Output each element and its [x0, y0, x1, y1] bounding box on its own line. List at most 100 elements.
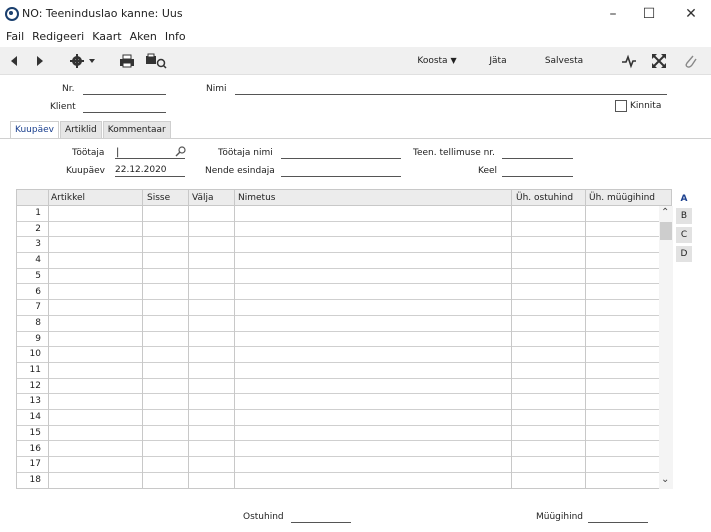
table-row[interactable]: 6	[17, 285, 671, 301]
teen-tellimuse-label: Teen. tellimuse nr.	[413, 148, 496, 158]
menu-bar: Fail Redigeeri Kaart Aken Info	[0, 28, 190, 46]
ostuhind-label: Ostuhind	[243, 512, 284, 522]
tab-kuupaev[interactable]: Kuupäev	[10, 121, 59, 139]
menu-kaart[interactable]: Kaart	[88, 28, 125, 46]
column-divider	[142, 190, 143, 488]
table-row[interactable]: 2	[17, 222, 671, 238]
menu-aken[interactable]: Aken	[126, 28, 161, 46]
toolbar: Koosta ▼ Jäta Salvesta	[0, 47, 711, 75]
col-nimetus[interactable]: Nimetus	[235, 190, 275, 206]
table-row[interactable]: 3	[17, 237, 671, 254]
table-row[interactable]: 16	[17, 442, 671, 458]
side-tab-a[interactable]: A	[676, 191, 692, 207]
chevron-up-icon[interactable]: ⌃	[661, 207, 669, 219]
maximize-button[interactable]: ☐	[634, 4, 664, 24]
operations-menu-button[interactable]	[69, 52, 99, 70]
table-row[interactable]: 4	[17, 253, 671, 269]
col-sisse[interactable]: Sisse	[144, 190, 170, 206]
column-divider	[188, 190, 189, 488]
gear-icon	[70, 54, 95, 68]
kinnita-checkbox[interactable]	[615, 100, 627, 112]
table-row[interactable]: 14	[17, 410, 671, 426]
keel-label: Keel	[478, 166, 498, 176]
tab-artiklid[interactable]: Artiklid	[59, 121, 102, 139]
table-row[interactable]: 5	[17, 269, 671, 285]
muugihind-field	[588, 511, 648, 523]
col-uh-ostuhind[interactable]: Üh. ostuhind	[513, 190, 573, 206]
ostuhind-field	[291, 511, 351, 523]
kuupaev-field[interactable]: 22.12.2020	[115, 165, 185, 177]
tootaja-nimi-field[interactable]	[281, 147, 401, 159]
tootaja-nimi-label: Töötaja nimi	[218, 148, 273, 158]
side-tab-c[interactable]: C	[676, 227, 692, 243]
nimi-field[interactable]	[235, 83, 667, 95]
nr-field[interactable]	[83, 83, 166, 95]
attachment-button[interactable]	[682, 52, 698, 70]
row-number: 11	[29, 365, 41, 375]
klient-field[interactable]	[83, 101, 166, 113]
print-button[interactable]	[119, 52, 135, 70]
table-row[interactable]: 7	[17, 300, 671, 316]
row-number: 16	[29, 443, 41, 454]
minimize-button[interactable]: –	[598, 4, 628, 24]
col-artikkel[interactable]: Artikkel	[48, 190, 85, 206]
table-row[interactable]: 15	[17, 426, 671, 442]
table-row[interactable]: 8	[17, 316, 671, 332]
arrow-left-icon	[11, 56, 17, 66]
row-number: 3	[35, 239, 41, 250]
table-row[interactable]: 11	[17, 363, 671, 379]
table-row[interactable]: 17	[17, 457, 671, 473]
next-record-button[interactable]	[34, 52, 46, 70]
column-divider	[511, 190, 512, 488]
expand-button[interactable]	[650, 52, 668, 70]
row-number: 14	[29, 412, 41, 423]
teen-tellimuse-field[interactable]	[502, 147, 573, 159]
table-row[interactable]: 18	[17, 473, 671, 488]
row-number: 4	[35, 255, 41, 266]
row-number: 9	[35, 333, 41, 344]
jata-button[interactable]: Jäta	[484, 52, 512, 70]
search-icon[interactable]	[175, 146, 186, 160]
row-number: 6	[35, 286, 41, 297]
expand-arrows-icon	[652, 54, 666, 68]
row-number: 7	[35, 302, 41, 313]
row-number: 18	[29, 474, 41, 485]
salvesta-button[interactable]: Salvesta	[539, 52, 589, 70]
column-divider	[585, 190, 586, 488]
row-number: 10	[29, 349, 41, 360]
chevron-down-icon: ▼	[450, 56, 457, 65]
col-valja[interactable]: Välja	[189, 190, 214, 206]
col-uh-muugihind[interactable]: Üh. müügihind	[586, 190, 655, 206]
text-cursor: |	[116, 147, 120, 158]
grid-scrollbar[interactable]: ⌃ ⌄	[659, 206, 673, 489]
scroll-thumb[interactable]	[660, 222, 672, 240]
table-row[interactable]: 9	[17, 332, 671, 348]
previous-record-button[interactable]	[8, 52, 20, 70]
nende-esindaja-field[interactable]	[281, 165, 401, 177]
koosta-button[interactable]: Koosta ▼	[412, 52, 462, 70]
table-row[interactable]: 1	[17, 206, 671, 222]
grid-header: Artikkel Sisse Välja Nimetus Üh. ostuhin…	[17, 190, 671, 206]
print-preview-icon	[146, 53, 167, 69]
table-row[interactable]: 12	[17, 379, 671, 395]
menu-info[interactable]: Info	[161, 28, 190, 46]
table-row[interactable]: 10	[17, 347, 671, 363]
items-grid[interactable]: Artikkel Sisse Välja Nimetus Üh. ostuhin…	[16, 189, 672, 489]
menu-redigeeri[interactable]: Redigeeri	[28, 28, 88, 46]
activity-button[interactable]	[620, 52, 638, 70]
magnifier-icon	[175, 146, 186, 157]
app-logo-icon	[5, 7, 19, 21]
row-number: 8	[35, 317, 41, 328]
keel-field[interactable]	[502, 165, 573, 177]
chevron-down-icon[interactable]: ⌄	[661, 474, 669, 486]
klient-label: Klient	[50, 102, 76, 112]
tab-kommentaar[interactable]: Kommentaar	[102, 121, 171, 139]
side-tab-b[interactable]: B	[676, 208, 692, 224]
menu-fail[interactable]: Fail	[0, 28, 28, 46]
side-tab-d[interactable]: D	[676, 246, 692, 262]
table-row[interactable]: 13	[17, 394, 671, 411]
close-button[interactable]: ✕	[676, 4, 706, 24]
row-number: 1	[35, 208, 41, 218]
print-preview-button[interactable]	[145, 52, 167, 70]
tab-divider	[0, 138, 711, 139]
